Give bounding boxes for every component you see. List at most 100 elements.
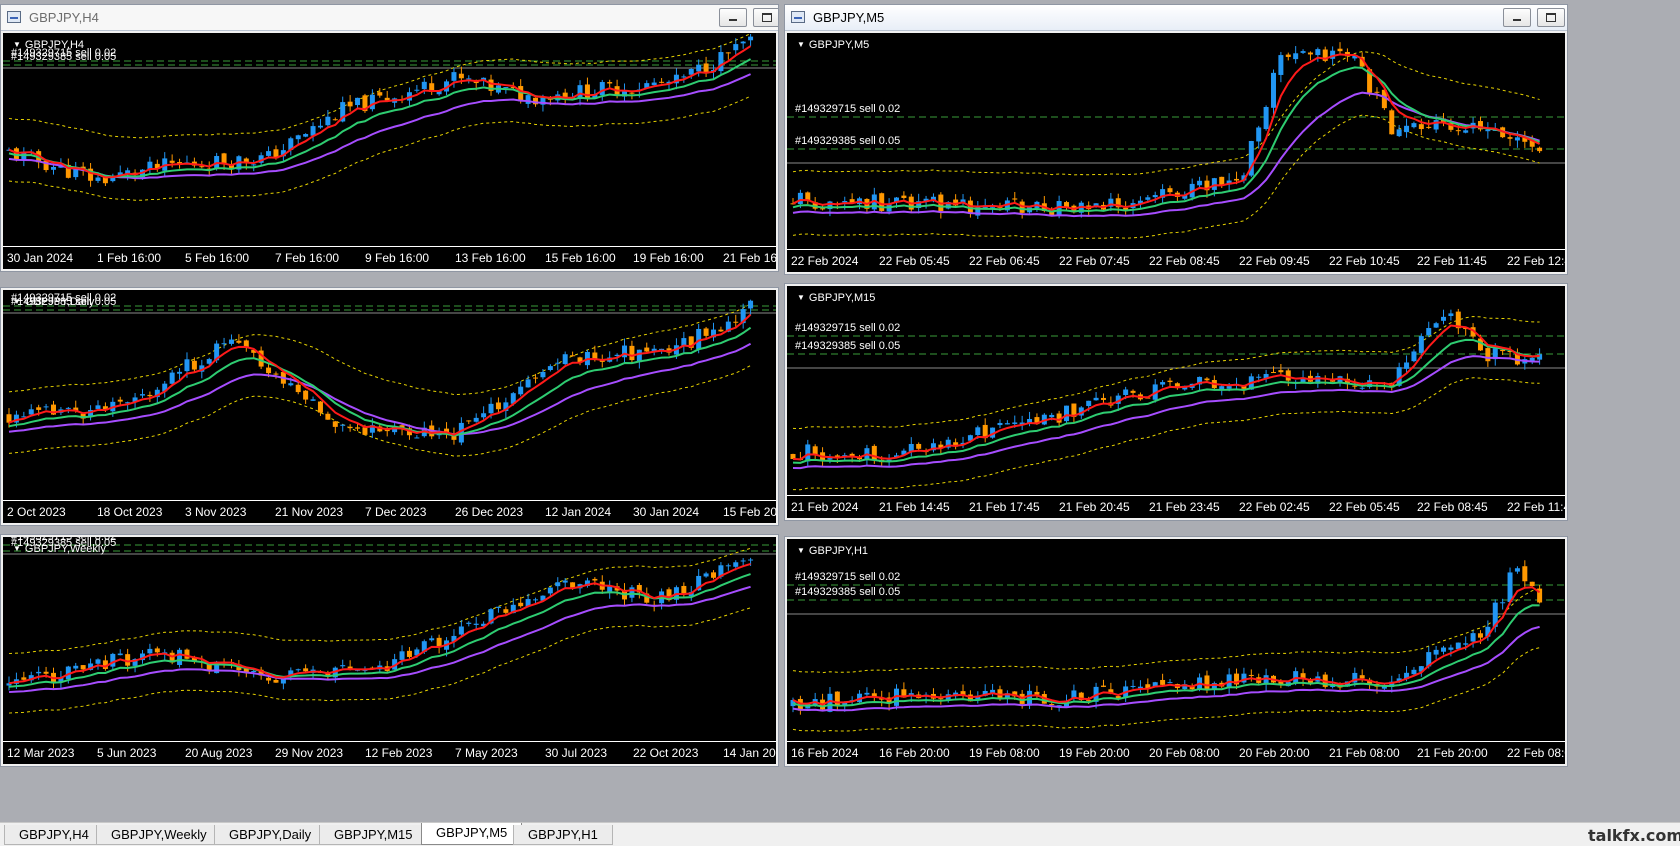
time-axis-label: 21 Feb 08:00 <box>1329 746 1400 760</box>
ma-fast <box>792 586 1541 706</box>
candle-body <box>718 52 724 72</box>
candle-body <box>1529 581 1535 587</box>
candle-body <box>1418 124 1424 130</box>
candle-body <box>347 101 353 107</box>
candle-body <box>206 359 212 364</box>
time-axis-label: 22 Feb 12:4 <box>1507 254 1565 268</box>
time-axis-label: 1 Feb 16:00 <box>97 251 162 265</box>
tab-m15[interactable]: GBPJPY,M15 <box>319 825 428 845</box>
chart-window-h4[interactable]: GBPJPY,H4 GBPJPY,H4#149329715 sell 0.02#… <box>0 4 779 272</box>
time-axis-label: 22 Feb 10:45 <box>1329 254 1400 268</box>
time-axis-label: 7 May 2023 <box>455 746 518 760</box>
candle-body <box>1130 685 1136 687</box>
candle-body <box>1278 55 1284 75</box>
candle-body <box>570 355 576 357</box>
candle-body <box>340 665 346 667</box>
candle-body <box>1167 188 1173 193</box>
chart-area-m15[interactable]: GBPJPY,M15 #149329715 sell 0.02 #149329385… <box>787 286 1565 518</box>
ma-slow <box>792 625 1540 712</box>
candle-body <box>147 648 153 654</box>
candle-body <box>1433 120 1439 130</box>
candle-body <box>110 653 116 667</box>
time-axis-label: 20 Aug 2023 <box>185 746 253 760</box>
candle-body <box>1463 643 1469 645</box>
chart-window-m15[interactable]: GBPJPY,M15 #149329715 sell 0.02 #149329385… <box>784 283 1568 521</box>
candle-body <box>429 638 435 641</box>
candle-body <box>177 371 183 374</box>
envelope-upper <box>8 547 751 655</box>
envelope-upper <box>8 303 751 396</box>
candle-body <box>1278 370 1284 373</box>
time-axis-label: 7 Dec 2023 <box>365 505 427 519</box>
time-axis: 2 Oct 2023 18 Oct 2023 3 Nov 2023 21 Nov 20… <box>3 500 776 523</box>
candle-body <box>711 572 717 578</box>
candle-body <box>466 420 472 422</box>
candle-body <box>1359 675 1365 679</box>
time-axis-label: 15 Feb 202 <box>723 505 776 519</box>
candle-body <box>725 52 731 54</box>
candle-body <box>547 366 553 370</box>
candle-body <box>65 407 71 409</box>
candle-body <box>1500 602 1506 604</box>
candle-body <box>28 409 34 415</box>
chart-window-daily[interactable]: GBPJPY,Daily#149329715 sell 0.02#1493293… <box>0 287 779 526</box>
candlestick-chart <box>3 299 776 457</box>
order-label: #149329385 sell 0.05 <box>795 586 901 598</box>
candle-body <box>1411 123 1417 128</box>
ma-fast <box>8 313 752 436</box>
minimize-button[interactable] <box>1503 8 1531 27</box>
candle-body <box>688 68 694 75</box>
tab-m5[interactable]: GBPJPY,M5 <box>421 823 523 845</box>
candle-body <box>117 399 123 402</box>
time-axis-label: 30 Jan 2024 <box>7 251 74 265</box>
tab-h4[interactable]: GBPJPY,H4 <box>4 825 104 845</box>
chart-window-weekly[interactable]: GBPJPY,Weekly#149329715 sell 0.02#149329… <box>0 534 779 767</box>
tab-daily[interactable]: GBPJPY,Daily <box>214 825 327 845</box>
restore-button[interactable] <box>753 8 778 27</box>
candle-body <box>1470 633 1476 642</box>
candle-body <box>43 671 49 674</box>
chart-tab-bar: GBPJPY,H4 GBPJPY,Weekly GBPJPY,Daily GBP… <box>0 822 1680 846</box>
candle-body <box>228 339 234 344</box>
chart-area-weekly[interactable]: GBPJPY,Weekly#149329715 sell 0.02#149329… <box>3 537 776 764</box>
candle-body <box>295 669 301 671</box>
candle-body <box>266 367 272 374</box>
minimize-button[interactable] <box>719 8 747 27</box>
candle-body <box>1537 147 1543 152</box>
candle-body <box>406 650 412 657</box>
time-axis-label: 18 Oct 2023 <box>97 505 163 519</box>
order-label: #149329715 sell 0.02 <box>795 103 901 115</box>
time-axis-label: 19 Feb 20:00 <box>1059 746 1130 760</box>
tab-weekly[interactable]: GBPJPY,Weekly <box>96 825 222 845</box>
window-title: GBPJPY,M5 <box>813 10 885 25</box>
chart-window-h1[interactable]: GBPJPY,H1 #149329715 sell 0.02 #149329385 … <box>784 536 1568 767</box>
restore-button[interactable] <box>1537 8 1565 27</box>
candle-body <box>1270 372 1276 374</box>
chart-area-m5[interactable]: GBPJPY,M5 #149329715 sell 0.02 #149329385 … <box>787 33 1565 272</box>
candle-body <box>95 659 101 664</box>
chart-area-h4[interactable]: GBPJPY,H4#149329715 sell 0.02#149329385 … <box>3 33 776 269</box>
chart-area-daily[interactable]: GBPJPY,Daily#149329715 sell 0.02#1493293… <box>3 290 776 523</box>
time-axis-label: 22 Feb 05:45 <box>879 254 950 268</box>
candle-body <box>1293 53 1299 60</box>
candle-body <box>696 328 702 350</box>
candle-body <box>1352 385 1358 387</box>
time-axis: 30 Jan 2024 1 Feb 16:00 5 Feb 16:00 7 Feb 1… <box>3 246 776 269</box>
candle-body <box>703 328 709 336</box>
candle-body <box>169 372 175 384</box>
candle-body <box>562 580 568 583</box>
title-bar-h4[interactable]: GBPJPY,H4 <box>1 5 778 31</box>
chart-window-m5[interactable]: GBPJPY,M5 GBPJPY,M5 #149329715 sell 0.02 #… <box>784 4 1568 275</box>
ma-mid <box>8 58 752 178</box>
candle-body <box>1374 91 1380 93</box>
candle-body <box>1248 674 1254 676</box>
chart-symbol-label: GBPJPY,M15 <box>797 292 875 304</box>
time-axis-label: 15 Feb 16:00 <box>545 251 616 265</box>
chart-area-h1[interactable]: GBPJPY,H1 #149329715 sell 0.02 #149329385 … <box>787 539 1565 764</box>
candle-body <box>740 560 746 562</box>
tab-h1[interactable]: GBPJPY,H1 <box>513 825 613 845</box>
candle-body <box>362 427 368 435</box>
candle-body <box>273 373 279 375</box>
title-bar-m5[interactable]: GBPJPY,M5 <box>785 5 1567 31</box>
candle-body <box>21 677 27 680</box>
